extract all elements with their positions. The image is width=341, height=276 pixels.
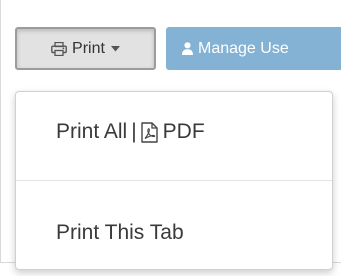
print-this-tab-label: Print This Tab (56, 221, 184, 244)
print-dropdown-button[interactable]: Print (15, 27, 156, 70)
menu-item-print-all-pdf[interactable]: Print All | PDF (16, 107, 332, 157)
print-button-label: Print (72, 39, 105, 57)
print-all-label: Print All (56, 120, 128, 143)
printer-icon (51, 41, 67, 56)
menu-item-print-this-tab[interactable]: Print This Tab (16, 207, 332, 259)
manage-users-button[interactable]: Manage Use (166, 27, 341, 70)
toolbar: Print Manage Use (0, 0, 341, 90)
label-separator: | (131, 120, 137, 143)
file-pdf-icon (140, 121, 158, 143)
manage-button-label: Manage Use (198, 39, 289, 57)
caret-down-icon (110, 45, 120, 51)
user-icon (182, 42, 193, 55)
pdf-label: PDF (162, 120, 205, 143)
menu-divider (16, 180, 332, 181)
print-dropdown-menu: Print All | PDF Print This Tab (15, 91, 333, 270)
